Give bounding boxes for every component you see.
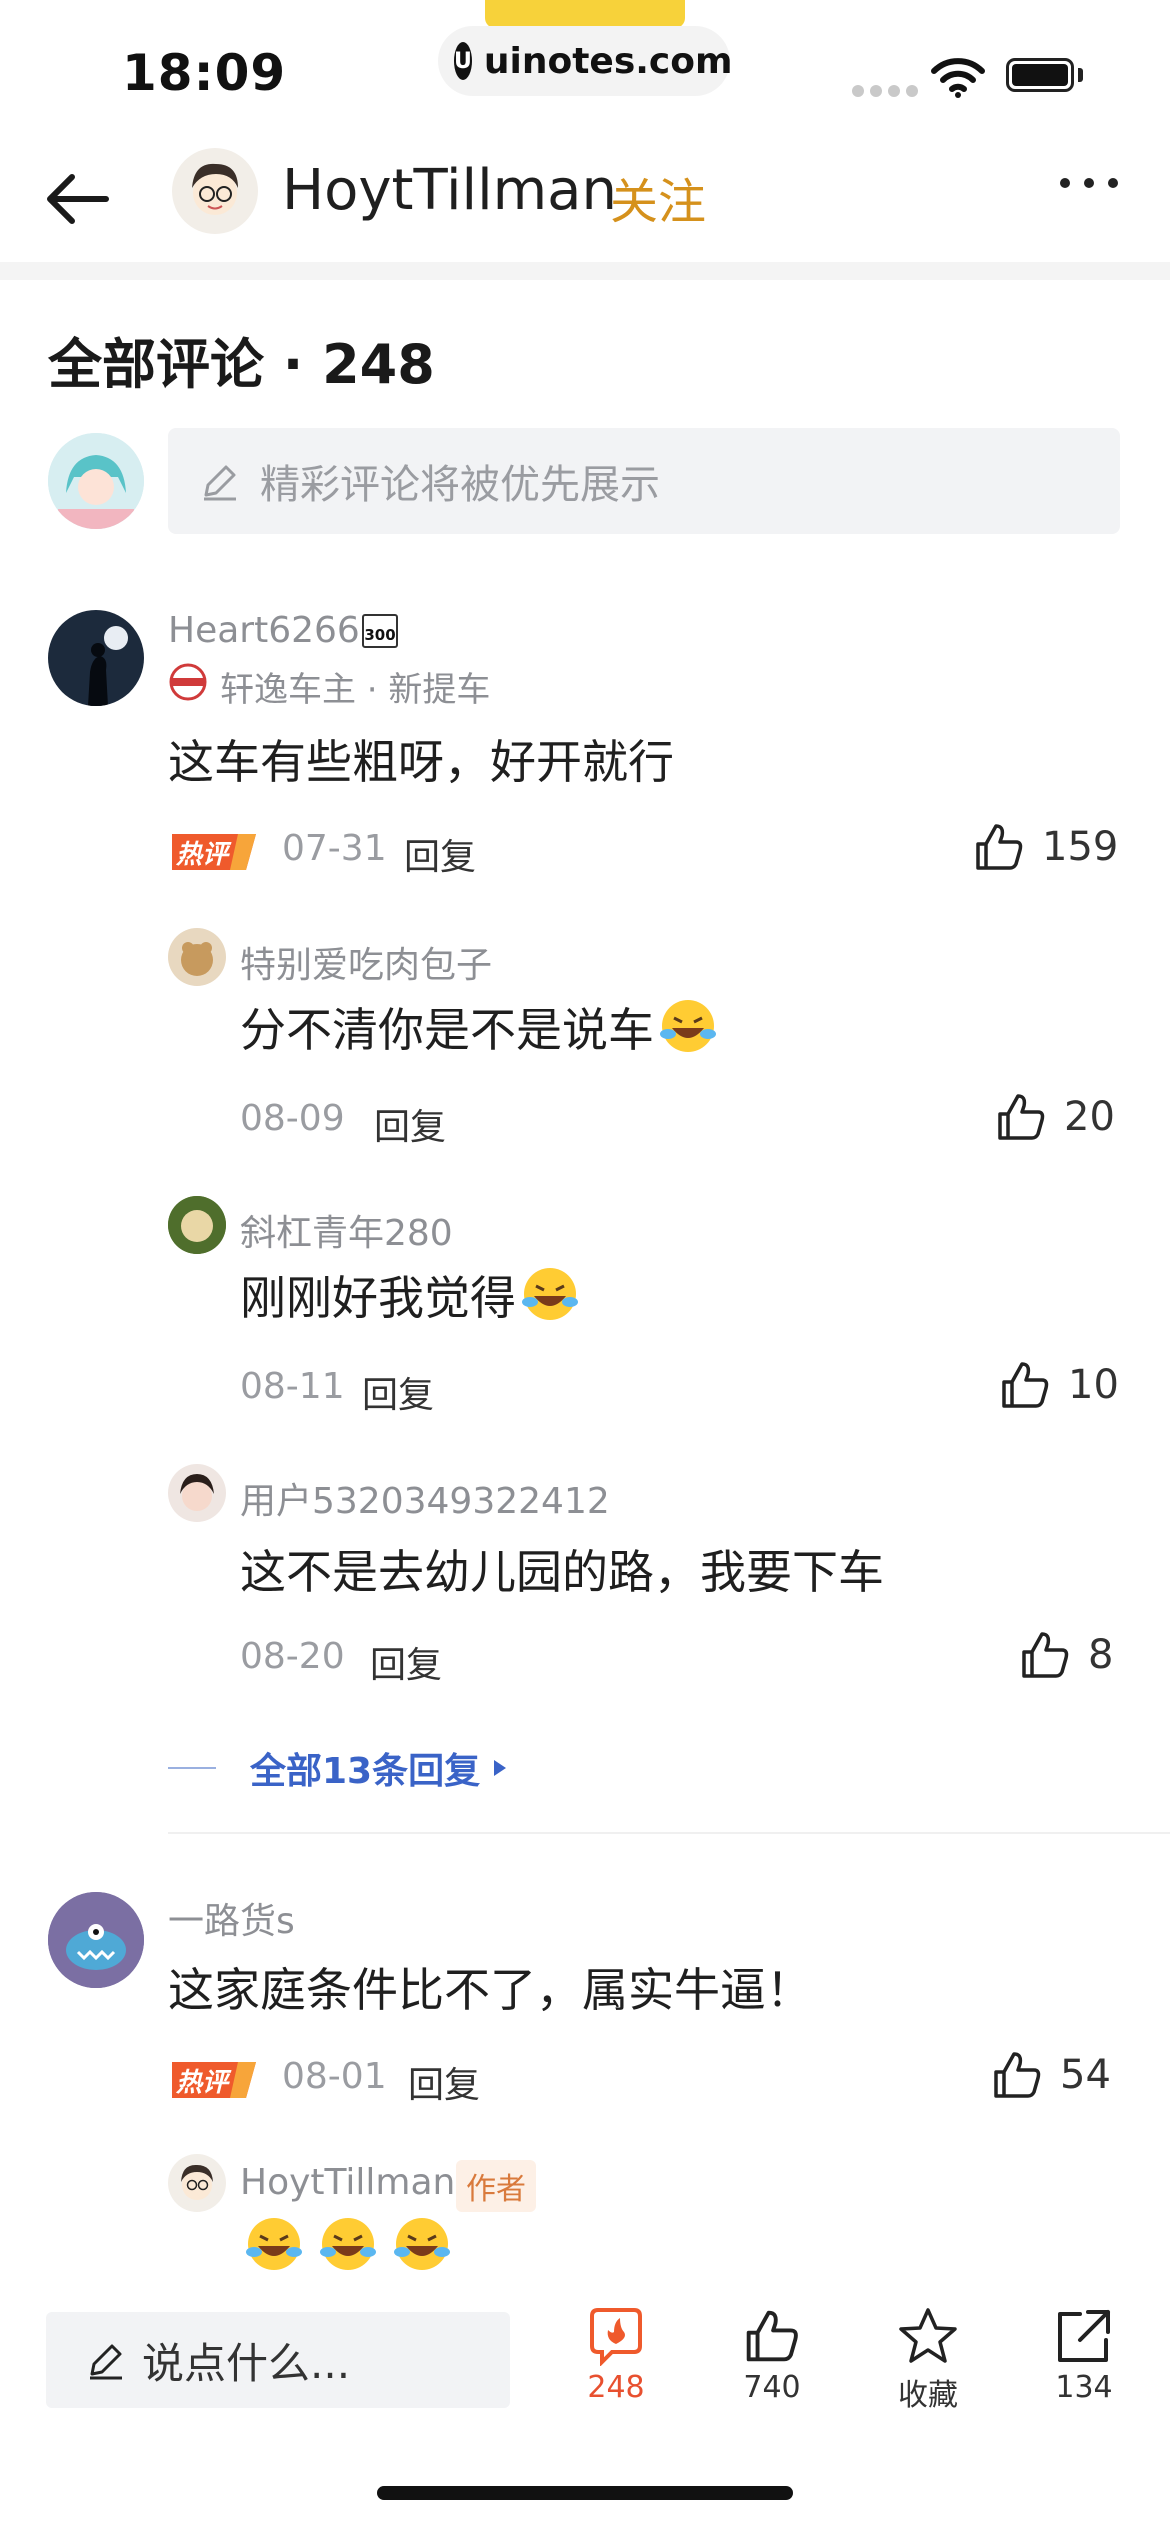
caret-right-icon: [494, 1760, 507, 1776]
reply-button[interactable]: 回复: [404, 828, 476, 880]
reply-text-row: 刚刚好我觉得: [240, 1262, 582, 1328]
replier-name[interactable]: HoytTillman: [240, 2162, 455, 2203]
more-options-icon[interactable]: [1060, 178, 1118, 188]
follow-button[interactable]: 关注: [610, 162, 706, 232]
like-tab[interactable]: 740: [712, 2306, 832, 2405]
bottom-input-placeholder: 说点什么...: [142, 2338, 351, 2388]
my-avatar: [48, 433, 144, 529]
commenter-name[interactable]: Heart6266: [168, 610, 360, 651]
author-tag: 作者: [456, 2160, 536, 2212]
cellular-signal-icon: [852, 85, 918, 97]
comments-count: 248: [587, 2370, 645, 2405]
comment-date: 08-01: [282, 2056, 387, 2097]
see-all-replies-link[interactable]: 全部13条回复: [168, 1742, 508, 1794]
like-count: 20: [1064, 1094, 1115, 1140]
reply-text[interactable]: 分不清你是不是说车: [240, 994, 654, 1060]
reply-button[interactable]: 回复: [370, 1636, 442, 1688]
comment-text[interactable]: 这车有些粗呀，好开就行: [168, 726, 674, 792]
laughing-crying-emoji-icon: [660, 1000, 716, 1052]
favorite-label: 收藏: [898, 2378, 958, 2413]
star-icon: [899, 2308, 957, 2363]
share-count: 134: [1055, 2370, 1113, 2405]
reply-button[interactable]: 回复: [408, 2056, 480, 2108]
laughing-crying-emoji-icon: [522, 1268, 578, 1320]
author-name[interactable]: HoytTillman: [282, 158, 617, 223]
comment-text[interactable]: 这家庭条件比不了，属实牛逼！: [168, 1954, 812, 2020]
share-icon: [1058, 2310, 1110, 2362]
like-count: 10: [1068, 1362, 1119, 1408]
watermark: U uinotes.com: [438, 26, 733, 96]
reply-button[interactable]: 回复: [362, 1366, 434, 1418]
like-button[interactable]: 8: [1018, 1628, 1113, 1682]
watermark-text: uinotes.com: [483, 40, 733, 82]
thumbs-up-icon: [976, 824, 1023, 870]
reply-emoji-row: [240, 2212, 454, 2278]
reply-button[interactable]: 回复: [374, 1098, 446, 1150]
comment-input-placeholder: 精彩评论将被优先展示: [260, 462, 660, 508]
like-button[interactable]: 159: [972, 820, 1118, 874]
commenter-avatar[interactable]: [48, 610, 144, 706]
thumbs-up-icon: [994, 2052, 1041, 2098]
nissan-logo-icon: [168, 662, 208, 702]
comment-date: 07-31: [282, 828, 387, 869]
replier-name[interactable]: 特别爱吃肉包子: [240, 936, 492, 988]
laughing-crying-emoji-icon: [320, 2218, 376, 2270]
laughing-crying-emoji-icon: [394, 2218, 450, 2270]
likes-count: 740: [743, 2370, 801, 2405]
home-indicator[interactable]: [377, 2486, 793, 2500]
comment-input[interactable]: 精彩评论将被优先展示: [168, 428, 1120, 534]
commenter-name[interactable]: 一路货s: [168, 1892, 295, 1944]
reply-text-row: 分不清你是不是说车: [240, 994, 720, 1060]
comment-divider: [168, 1832, 1170, 1834]
reply-date: 08-09: [240, 1098, 345, 1139]
pencil-icon: [204, 465, 236, 501]
status-time: 18:09: [122, 44, 287, 102]
back-arrow-icon[interactable]: [42, 164, 112, 234]
watermark-logo-icon: U: [454, 42, 472, 80]
reply-text[interactable]: 刚刚好我觉得: [240, 1262, 516, 1328]
fire-comment-icon: [590, 2308, 642, 2366]
watermark-strip: [485, 0, 685, 28]
reply-date: 08-20: [240, 1636, 345, 1677]
battery-icon: [1006, 58, 1074, 92]
hot-badge-label: 热评: [176, 2068, 229, 2098]
see-all-replies-label: 全部13条回复: [250, 1751, 481, 1792]
reply-date: 08-11: [240, 1366, 345, 1407]
thumbs-up-icon: [1022, 1632, 1069, 1678]
share-tab[interactable]: 134: [1024, 2306, 1144, 2405]
level-badge: 300: [362, 614, 398, 648]
bottom-comment-input[interactable]: 说点什么...: [46, 2312, 510, 2408]
replier-avatar[interactable]: [168, 1464, 226, 1522]
commenter-avatar[interactable]: [48, 1892, 144, 1988]
comments-tab[interactable]: 248: [556, 2306, 676, 2405]
replier-avatar[interactable]: [168, 1196, 226, 1254]
thumbs-up-icon: [1002, 1362, 1049, 1408]
comments-title: 全部评论 · 248: [48, 333, 435, 396]
header-divider: [0, 262, 1170, 280]
like-count: 54: [1060, 2052, 1111, 2098]
reply-text[interactable]: 这不是去幼儿园的路，我要下车: [240, 1536, 884, 1602]
like-count: 159: [1042, 824, 1119, 870]
pencil-icon: [90, 2344, 122, 2380]
favorite-tab[interactable]: 收藏: [868, 2306, 988, 2414]
replier-avatar[interactable]: [168, 928, 226, 986]
wifi-icon: [931, 58, 985, 98]
thumbs-up-icon: [746, 2310, 798, 2362]
owner-info: 轩逸车主 · 新提车: [220, 670, 491, 710]
replier-avatar[interactable]: [168, 2154, 226, 2212]
like-button[interactable]: 54: [990, 2048, 1111, 2102]
hot-comment-badge: 热评: [168, 832, 260, 876]
hot-comment-badge: 热评: [168, 2060, 260, 2104]
like-button[interactable]: 20: [994, 1090, 1115, 1144]
thumbs-up-icon: [998, 1094, 1045, 1140]
like-button[interactable]: 10: [998, 1358, 1119, 1412]
replier-name[interactable]: 用户5320349322412: [240, 1472, 610, 1524]
author-avatar[interactable]: [172, 148, 258, 234]
laughing-crying-emoji-icon: [246, 2218, 302, 2270]
like-count: 8: [1088, 1632, 1114, 1678]
replier-name[interactable]: 斜杠青年280: [240, 1204, 453, 1256]
hot-badge-label: 热评: [176, 840, 229, 870]
